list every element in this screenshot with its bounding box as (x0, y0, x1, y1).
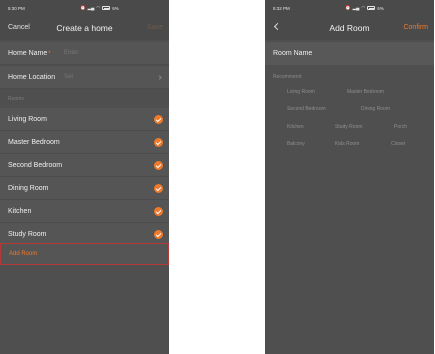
nav-bar: Add Room Confirm (265, 16, 434, 40)
status-icons: ⏰ ▂▄ ◠ 6% (345, 5, 384, 11)
recommend-label: Recommend (273, 74, 302, 80)
room-name-field[interactable]: Room Name (265, 42, 434, 65)
room-item[interactable]: Master Bedroom (0, 131, 169, 154)
recommend-chip[interactable]: Dining Room (361, 106, 390, 112)
room-label: Living Room (8, 116, 47, 123)
signal-icon: ▂▄ (352, 5, 360, 10)
chevron-right-icon (157, 75, 162, 80)
rooms-section-label: Rooms (8, 96, 24, 102)
confirm-button[interactable]: Confirm (403, 24, 428, 31)
page-title: Create a home (56, 23, 113, 33)
status-bar: 5:30 PM ⏰ ▂▄ ◠ 6% (0, 0, 169, 16)
check-icon[interactable] (154, 230, 163, 239)
home-name-label: Home Name* (8, 50, 51, 57)
wifi-icon: ◠ (96, 5, 101, 10)
nav-bar: Cancel Create a home Save (0, 16, 169, 40)
room-label: Master Bedroom (8, 139, 60, 146)
room-name-label: Room Name (273, 50, 313, 57)
battery-icon (102, 6, 111, 10)
recommend-chip[interactable]: Living Room (287, 89, 315, 95)
add-room-button[interactable]: Add Room (0, 243, 169, 265)
add-room-screen: 5:32 PM ⏰ ▂▄ ◠ 6% Add Room Confirm Room … (265, 0, 434, 354)
room-item[interactable]: Dining Room (0, 177, 169, 200)
recommend-chip[interactable]: Second Bedroom (287, 106, 326, 112)
recommend-chip[interactable]: Balcony (287, 141, 305, 147)
recommend-chip[interactable]: Porch (394, 124, 407, 130)
check-icon[interactable] (154, 161, 163, 170)
status-icons: ⏰ ▂▄ ◠ 6% (80, 5, 119, 11)
alarm-icon: ⏰ (345, 5, 351, 10)
room-label: Kitchen (8, 208, 32, 215)
status-time: 5:30 PM (8, 6, 25, 11)
home-location-value: Set (64, 74, 74, 80)
check-icon[interactable] (154, 184, 163, 193)
battery-percent: 6% (377, 5, 384, 11)
home-name-input[interactable]: Enter (64, 50, 78, 56)
room-label: Second Bedroom (8, 162, 63, 169)
required-mark: * (48, 51, 51, 57)
room-item[interactable]: Living Room (0, 108, 169, 131)
room-label: Study Room (8, 231, 47, 238)
home-location-label: Home Location (8, 74, 56, 81)
check-icon[interactable] (154, 138, 163, 147)
status-time: 5:32 PM (273, 6, 290, 11)
add-room-label: Add Room (9, 251, 38, 257)
status-bar: 5:32 PM ⏰ ▂▄ ◠ 6% (265, 0, 434, 16)
save-button[interactable]: Save (147, 24, 163, 31)
recommend-chip[interactable]: Master Bedroom (347, 89, 384, 95)
recommend-chip[interactable]: Study Room (335, 124, 363, 130)
check-icon[interactable] (154, 207, 163, 216)
check-icon[interactable] (154, 115, 163, 124)
recommend-chip[interactable]: Kitchen (287, 124, 304, 130)
signal-icon: ▂▄ (87, 5, 95, 10)
create-home-screen: 5:30 PM ⏰ ▂▄ ◠ 6% Cancel Create a home S… (0, 0, 169, 354)
room-item[interactable]: Second Bedroom (0, 154, 169, 177)
room-item[interactable]: Kitchen (0, 200, 169, 223)
room-label: Dining Room (8, 185, 49, 192)
recommend-chip[interactable]: Closet (391, 141, 405, 147)
battery-percent: 6% (112, 5, 119, 11)
home-name-row[interactable]: Home Name* Enter (0, 42, 169, 65)
recommend-chip[interactable]: Kids Room (335, 141, 359, 147)
alarm-icon: ⏰ (80, 5, 86, 10)
wifi-icon: ◠ (361, 5, 366, 10)
battery-icon (367, 6, 376, 10)
home-location-row[interactable]: Home Location Set (0, 66, 169, 89)
